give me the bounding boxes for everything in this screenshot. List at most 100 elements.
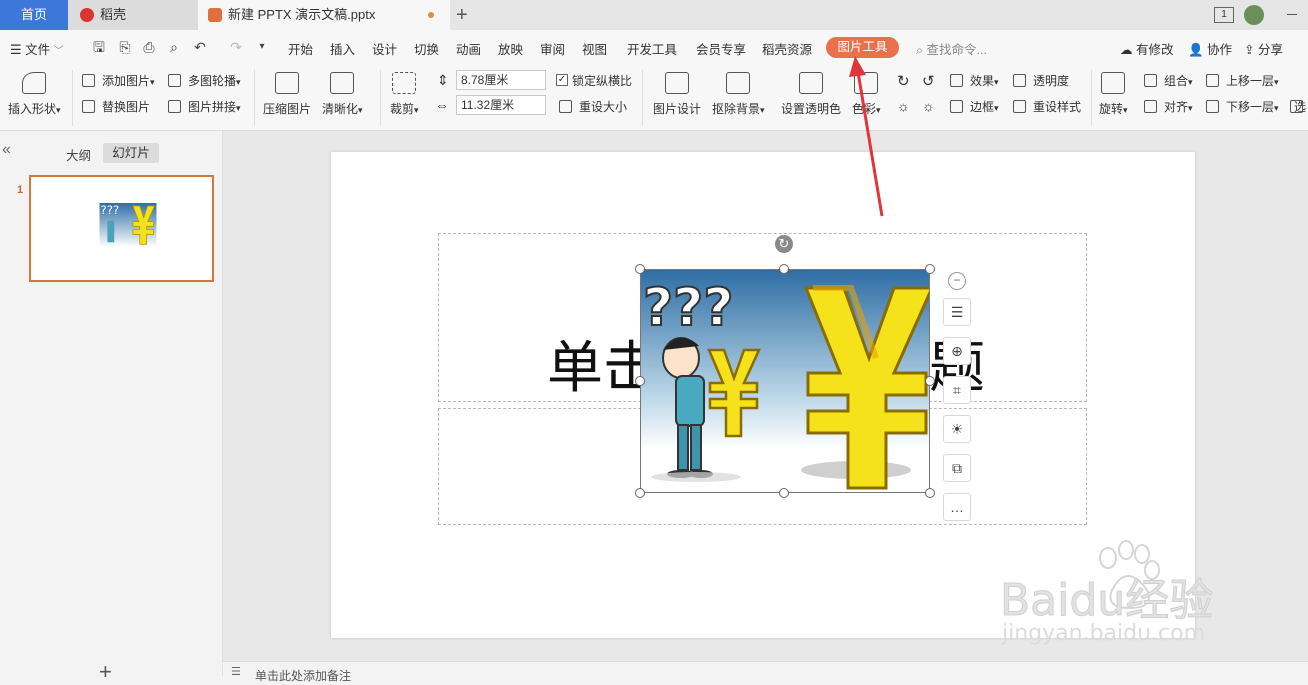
color-button[interactable]: 色彩▾ [852,72,881,117]
add-picture-label: 添加图片 [102,74,151,88]
unsaved-dot-icon[interactable] [428,12,434,18]
send-backward-button[interactable]: 下移一层▾ [1206,98,1279,116]
border-button[interactable]: 边框▾ [950,98,999,116]
width-input[interactable]: 11.32厘米 [456,95,546,115]
watermark-brand: Baidu经验 [1000,575,1213,626]
group-button[interactable]: 组合▾ [1144,72,1193,90]
lock-ratio-checkbox[interactable]: ✓ [556,74,568,86]
print-icon[interactable]: ⎙ [141,39,157,55]
effects-button[interactable]: 效果▾ [950,72,999,90]
title-tab-bar: 首页 稻壳 新建 PPTX 演示文稿.pptx + 1 [0,0,1308,30]
transparency-button[interactable]: 透明度 [1013,72,1069,90]
brightness-down-icon[interactable]: ☼ [922,98,935,114]
brightness-up-icon[interactable]: ☼ [897,98,910,114]
picture-design-button[interactable]: 图片设计 [653,72,701,117]
bulb-icon[interactable]: ☀ [943,415,971,443]
reset-size-label: 重设大小 [579,100,628,114]
bring-forward-button[interactable]: 上移一层▾ [1206,72,1279,90]
selected-picture[interactable]: ??? [640,269,930,493]
replace-image-icon[interactable]: ⧉ [943,454,971,482]
multi-carousel-label: 多图轮播 [188,74,237,88]
menu-design[interactable]: 设计 [372,39,397,58]
multi-carousel-button[interactable]: 多图轮播▾ [168,72,241,90]
menu-insert[interactable]: 插入 [330,39,355,58]
resize-handle-w[interactable] [635,376,645,386]
layers-icon[interactable]: ☰ [943,298,971,326]
collaborate-button[interactable]: 👤 协作 [1188,39,1232,58]
menu-view[interactable]: 视图 [582,39,607,58]
add-slide-button[interactable]: + [99,659,112,685]
align-button[interactable]: 对齐▾ [1144,98,1193,116]
crop-button[interactable]: 裁剪▾ [390,72,419,117]
print-preview-icon[interactable]: ⌕ [166,39,182,55]
save-icon[interactable]: 🖫 [91,39,107,55]
resize-handle-n[interactable] [779,264,789,274]
customize-quickbar-icon[interactable]: ▾ [254,39,270,55]
picture-design-icon [665,72,689,94]
menu-transition[interactable]: 切换 [414,39,439,58]
cloud-modified-button[interactable]: ☁ 有修改 [1120,39,1174,58]
watermark-url: jingyan.baidu.com [1001,621,1205,646]
new-tab-button[interactable]: + [456,3,468,27]
resize-handle-nw[interactable] [635,264,645,274]
reset-size-button[interactable]: 重设大小 [559,98,627,116]
rotate-button[interactable]: 旋转▾ [1099,72,1128,117]
reset-style-button[interactable]: 重设样式 [1013,98,1081,116]
remove-background-button[interactable]: 抠除背景▾ [712,72,765,117]
file-menu[interactable]: ☰ 文件 ﹀ [10,39,64,58]
resize-handle-se[interactable] [925,488,935,498]
picture-mosaic-button[interactable]: 图片拼接▾ [168,98,241,116]
menu-picture-tools[interactable]: 图片工具 [826,37,899,58]
tab-home[interactable]: 首页 [0,0,68,30]
redo-icon[interactable]: ↷ [228,39,244,55]
menu-member[interactable]: 会员专享 [696,39,746,58]
resize-handle-ne[interactable] [925,264,935,274]
thumbnail-question-marks: ??? [101,203,120,217]
shape-icon [22,72,47,94]
zoom-icon[interactable]: ⊕ [943,337,971,365]
window-page-indicator[interactable]: 1 [1214,7,1234,23]
share-button[interactable]: ⇪ 分享 [1244,39,1283,58]
resize-handle-e[interactable] [925,376,935,386]
tab-document[interactable]: 新建 PPTX 演示文稿.pptx [198,0,450,30]
tab-slides[interactable]: 幻灯片 [103,143,159,163]
rotate-shape-icon [1101,72,1126,94]
insert-shape-button[interactable]: 插入形状▾ [8,72,61,117]
compress-picture-button[interactable]: 压缩图片 [263,72,311,117]
replace-picture-button[interactable]: 替换图片 [82,98,150,116]
collapse-toolbar-icon[interactable]: − [948,272,966,290]
command-search[interactable]: ⌕ 查找命令... [916,39,987,58]
menu-daoke-resources[interactable]: 稻壳资源 [762,39,812,58]
minimize-icon[interactable] [1287,14,1297,15]
menu-animation[interactable]: 动画 [456,39,481,58]
selection-pane-button[interactable]: 选 [1290,98,1306,116]
lock-ratio-label: 锁定纵横比 [572,74,633,88]
crop-float-icon[interactable]: ⌗ [943,376,971,404]
resize-handle-s[interactable] [779,488,789,498]
collapse-panel-icon[interactable]: « [2,141,11,159]
rotate-handle-icon[interactable]: ↻ [775,235,793,253]
set-transparent-color-button[interactable]: 设置透明色 [781,72,841,117]
more-icon[interactable]: … [943,493,971,521]
tab-outline[interactable]: 大纲 [66,145,91,164]
rotate-right-icon[interactable]: ↺ [922,72,935,90]
avatar[interactable] [1244,5,1264,25]
menu-start[interactable]: 开始 [288,39,313,58]
height-input[interactable]: 8.78厘米 [456,70,546,90]
export-icon[interactable]: ⎘ [117,39,133,55]
color-icon [854,72,879,94]
tab-daoke[interactable]: 稻壳 [68,0,198,30]
menu-developer[interactable]: 开发工具 [627,39,677,58]
picture-mosaic-label: 图片拼接 [188,100,237,114]
add-picture-button[interactable]: 添加图片▾ [82,72,155,90]
menu-slideshow[interactable]: 放映 [498,39,523,58]
menu-review[interactable]: 审阅 [540,39,565,58]
rotate-left-icon[interactable]: ↻ [897,72,910,90]
resize-handle-sw[interactable] [635,488,645,498]
notes-bar [223,661,1308,677]
sharpen-button[interactable]: 清晰化▾ [322,72,363,117]
hamburger-icon: ☰ [10,42,22,57]
undo-icon[interactable]: ↶ [192,39,208,55]
slide-thumbnail[interactable]: ??? [29,175,214,282]
daoke-logo-icon [80,8,94,22]
